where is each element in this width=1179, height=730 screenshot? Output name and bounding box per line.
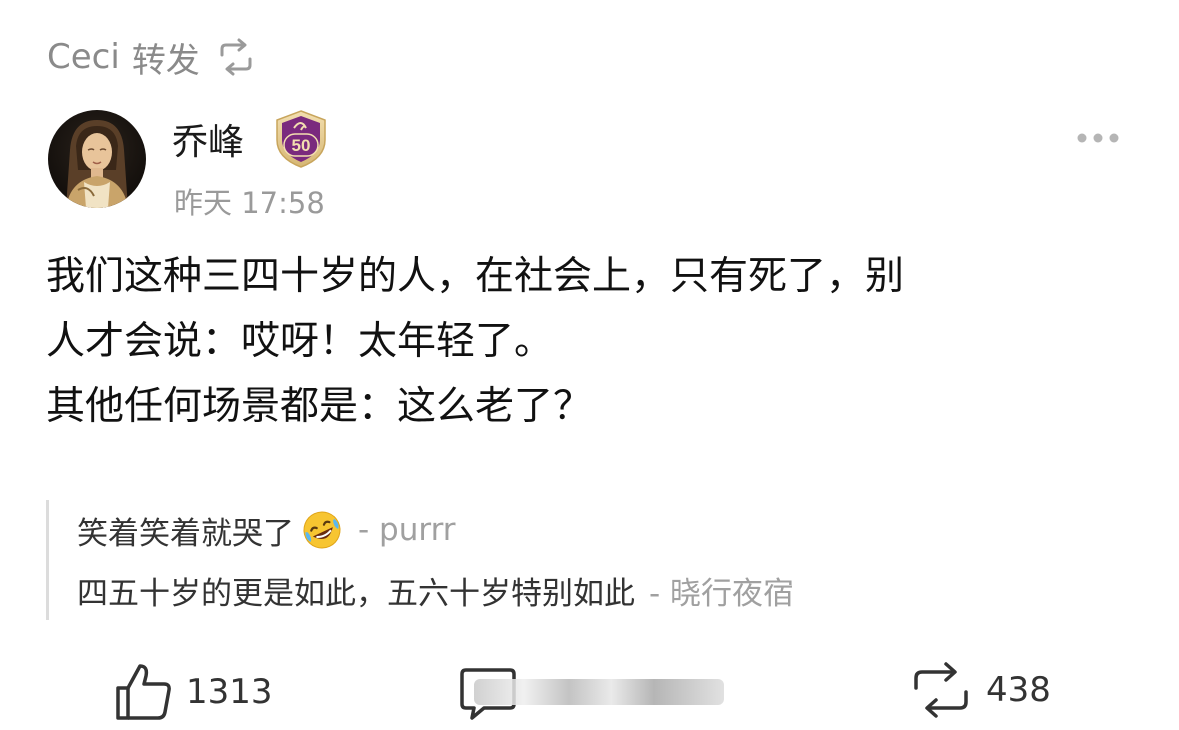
action-bar: 1313 438 (0, 650, 1179, 730)
post-line: 其他任何场景都是：这么老了？ (46, 384, 593, 429)
repost-icon (220, 38, 252, 76)
comment-count-redacted (474, 679, 724, 705)
level-badge-icon[interactable]: 50 (270, 108, 332, 170)
repost-count: 438 (986, 670, 1051, 710)
thumbs-up-icon (116, 664, 171, 720)
post-text: 我们这种三四十岁的人，在社会上，只有死了，别 人才会说：哎呀！太年轻了。 其他任… (46, 244, 1146, 439)
avatar-portrait-image (48, 110, 146, 208)
post-timestamp: 昨天 17:58 (174, 186, 325, 220)
comment-text: 笑着笑着就哭了 (77, 515, 294, 552)
like-count: 1313 (186, 672, 273, 712)
comment-text: 四五十岁的更是如此，五六十岁特别如此 (77, 575, 635, 612)
comment-author[interactable]: - purrr (358, 512, 456, 548)
repost-header: Ceci 转发 (47, 32, 258, 82)
laughing-crying-emoji-icon (303, 511, 341, 549)
level-number: 50 (292, 136, 311, 155)
like-button[interactable]: 1313 (112, 660, 273, 724)
comment-author[interactable]: - 晓行夜宿 (649, 568, 794, 613)
repost-arrows-icon (914, 662, 968, 718)
comment-item[interactable]: 笑着笑着就哭了 - purrr (77, 500, 794, 560)
more-options-icon[interactable] (1074, 128, 1122, 148)
reposter-name[interactable]: Ceci (47, 37, 120, 77)
avatar[interactable] (48, 110, 146, 208)
post-line: 我们这种三四十岁的人，在社会上，只有死了，别 (46, 254, 905, 299)
repost-button[interactable]: 438 (906, 660, 1051, 720)
comment-button[interactable] (456, 660, 724, 724)
repost-label: 转发 (131, 40, 200, 81)
author-name[interactable]: 乔峰 (172, 118, 244, 168)
post-line: 人才会说：哎呀！太年轻了。 (46, 319, 554, 364)
comment-preview-list: 笑着笑着就哭了 - purrr 四五十岁的更是如此，五六十岁特别如此 - 晓行夜… (46, 500, 794, 620)
comment-item[interactable]: 四五十岁的更是如此，五六十岁特别如此 - 晓行夜宿 (77, 560, 794, 620)
